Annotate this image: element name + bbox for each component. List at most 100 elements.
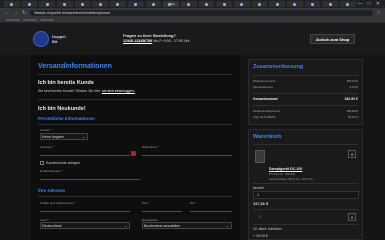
- support-hotline: 12345-123456789 Mo-Fr 9:00 - 17:00 Uhr: [123, 39, 190, 43]
- lastname-input[interactable]: [142, 149, 232, 156]
- favicon-icon: [240, 2, 244, 6]
- star-icon[interactable]: ☆: [377, 10, 381, 16]
- city-input[interactable]: [190, 205, 232, 212]
- state-value: Bundesland auswählen: [144, 223, 181, 228]
- chevron-down-icon: ⌄: [226, 223, 229, 228]
- existing-customer-heading: Ich bin bereits Kunde: [38, 80, 94, 86]
- close-icon[interactable]: ✕: [376, 1, 380, 7]
- browser-tab[interactable]: Su: [163, 1, 179, 7]
- divider: [38, 196, 232, 197]
- favicon-icon: [293, 2, 297, 6]
- browser-tab[interactable]: [92, 1, 109, 7]
- browser-tab[interactable]: [216, 1, 232, 7]
- net-value: 136,89 €: [346, 109, 358, 113]
- bookmark-item[interactable]: [23, 19, 37, 21]
- shipping-form: Versandinformationen Ich bin bereits Kun…: [30, 55, 240, 240]
- window-controls: — □ ✕: [358, 1, 385, 7]
- divider: [253, 144, 358, 145]
- divider: [38, 74, 232, 75]
- browser-tabstrip: Su — □ ✕: [0, 0, 385, 8]
- chevron-down-icon: ⌄: [82, 134, 85, 139]
- divider: [253, 75, 358, 76]
- state-select[interactable]: Bundesland auswählen ⌄: [142, 222, 232, 229]
- create-account-checkbox[interactable]: [40, 161, 44, 165]
- site-header: Doppel Bit Fragen zu Ihrer Bestellung? 1…: [0, 23, 385, 55]
- browser-tab[interactable]: [110, 1, 126, 7]
- favicon-icon: [63, 2, 67, 6]
- divider: [253, 209, 358, 210]
- browser-tab[interactable]: [4, 1, 20, 7]
- tax-value: 26,01 €: [347, 115, 358, 119]
- back-to-shop-button[interactable]: Zurück zum Shop: [310, 34, 355, 44]
- divider: [253, 224, 358, 225]
- summary-total-row: Gesamtsumme 162,90 €: [253, 97, 358, 101]
- browser-tab[interactable]: [57, 1, 73, 7]
- close-icon: ✕: [350, 214, 354, 220]
- browser-tab[interactable]: [21, 1, 38, 7]
- remove-bonus-button[interactable]: ✕: [348, 213, 356, 221]
- total-label: Gesamtsumme: [253, 97, 279, 101]
- summary-row-value: 3,90 €: [349, 85, 358, 89]
- country-select[interactable]: Deutschland ⌄: [40, 222, 130, 229]
- browser-tab[interactable]: [287, 1, 303, 7]
- browser-tab[interactable]: [340, 1, 356, 7]
- reload-icon[interactable]: ↻: [22, 10, 26, 16]
- summary-row-label: Zwischensumme: [253, 79, 276, 83]
- browser-tab[interactable]: [251, 1, 268, 7]
- favicon-icon: [134, 2, 138, 6]
- bookmark-item[interactable]: [40, 19, 54, 21]
- cart-title: Warenkorb: [253, 134, 282, 140]
- favicon-icon: [275, 2, 279, 6]
- browser-tab[interactable]: [180, 1, 197, 7]
- browser-tab[interactable]: [127, 1, 144, 7]
- personal-info-heading: Persönliche Informationen: [38, 116, 95, 121]
- salutation-value: Keine Angabe: [42, 134, 64, 139]
- salutation-select[interactable]: Keine Angabe ⌄: [40, 133, 88, 140]
- divider: [38, 124, 232, 125]
- favicon-icon: [10, 2, 14, 6]
- hotline-number[interactable]: 12345-123456789: [123, 39, 152, 43]
- favicon-icon: [28, 2, 32, 6]
- logo[interactable]: [33, 31, 49, 47]
- support-question: Fragen zu Ihrer Bestellung?: [123, 33, 176, 38]
- email-input[interactable]: [40, 173, 140, 180]
- browser-tab[interactable]: [233, 1, 250, 7]
- favicon-icon: [346, 2, 350, 6]
- login-link[interactable]: um sich einzuloggen.: [102, 89, 135, 93]
- browser-tab[interactable]: [322, 1, 339, 7]
- sidebar: Zusammenfassung Zwischensumme 159,00 € V…: [248, 55, 363, 240]
- summary-title: Zusammenfassung: [253, 64, 304, 70]
- create-account-label: Kundenkonto anlegen: [46, 160, 81, 165]
- firstname-input[interactable]: [40, 149, 130, 156]
- favicon-icon: [311, 2, 315, 6]
- chevron-down-icon: ⌄: [124, 223, 127, 228]
- browser-tab[interactable]: [198, 1, 215, 7]
- maximize-icon[interactable]: □: [368, 1, 371, 7]
- forward-arrow-icon[interactable]: →: [13, 10, 18, 16]
- checkout-page: Versandinformationen Ich bin bereits Kun…: [0, 55, 385, 240]
- bookmark-item[interactable]: [6, 19, 20, 21]
- product-name[interactable]: Dampfgerät DC-100: [269, 167, 302, 171]
- summary-row: Versandkosten 3,90 €: [253, 85, 358, 89]
- favicon-icon: [45, 2, 49, 6]
- product-image[interactable]: [255, 150, 265, 163]
- close-icon: ✕: [350, 151, 354, 157]
- quantity-input[interactable]: 1: [253, 191, 359, 199]
- back-arrow-icon[interactable]: ←: [4, 10, 9, 16]
- browser-tab-label: Su: [170, 2, 175, 6]
- favicon-icon: [187, 2, 191, 6]
- zip-input[interactable]: [142, 205, 182, 212]
- browser-tab[interactable]: [145, 1, 162, 7]
- browser-tab[interactable]: [269, 1, 285, 7]
- browser-tab[interactable]: [74, 1, 91, 7]
- browser-tab[interactable]: [304, 1, 321, 7]
- browser-tab[interactable]: [39, 1, 56, 7]
- address-heading: Ihre Adresse: [38, 188, 66, 193]
- total-value: 162,90 €: [344, 97, 358, 101]
- minimize-icon[interactable]: —: [358, 1, 363, 7]
- street-input[interactable]: [40, 205, 130, 212]
- favicon-icon: [222, 2, 226, 6]
- url-input[interactable]: lifestyle.doppelbit.de/warenkorb/bestell…: [30, 10, 373, 16]
- remove-item-button[interactable]: ✕: [348, 150, 356, 158]
- favicon-icon: [328, 2, 332, 6]
